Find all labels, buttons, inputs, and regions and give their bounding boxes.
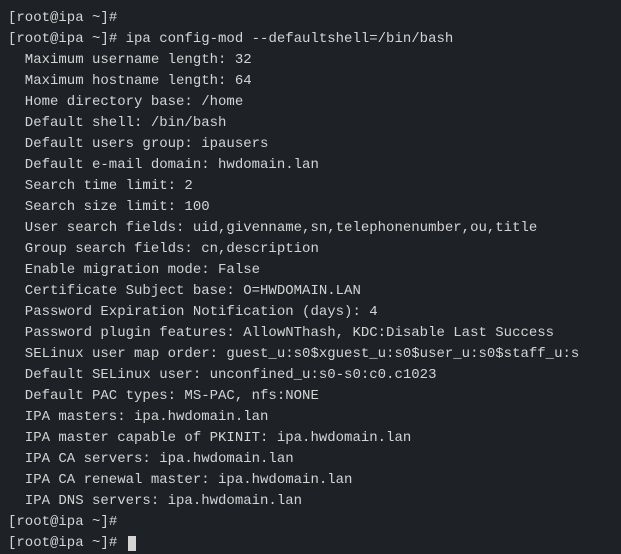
cursor-icon — [128, 536, 136, 551]
prompt-text: [root@ipa ~]# — [8, 514, 117, 530]
output-line: Home directory base: /home — [8, 92, 613, 113]
output-line: Default PAC types: MS-PAC, nfs:NONE — [8, 386, 613, 407]
output-line: Search size limit: 100 — [8, 197, 613, 218]
terminal-prompt-line: [root@ipa ~]# — [8, 512, 613, 533]
output-line: IPA DNS servers: ipa.hwdomain.lan — [8, 491, 613, 512]
output-line: Default SELinux user: unconfined_u:s0-s0… — [8, 365, 613, 386]
terminal-active-prompt[interactable]: [root@ipa ~]# — [8, 533, 613, 554]
output-line: Certificate Subject base: O=HWDOMAIN.LAN — [8, 281, 613, 302]
output-line: IPA CA servers: ipa.hwdomain.lan — [8, 449, 613, 470]
prompt-text: [root@ipa ~]# — [8, 10, 117, 26]
output-line: Enable migration mode: False — [8, 260, 613, 281]
terminal-command-line: [root@ipa ~]# ipa config-mod --defaultsh… — [8, 29, 613, 50]
output-line: IPA CA renewal master: ipa.hwdomain.lan — [8, 470, 613, 491]
prompt-text: [root@ipa ~]# — [8, 535, 126, 551]
output-line: SELinux user map order: guest_u:s0$xgues… — [8, 344, 613, 365]
output-line: Password Expiration Notification (days):… — [8, 302, 613, 323]
output-line: IPA master capable of PKINIT: ipa.hwdoma… — [8, 428, 613, 449]
output-line: Search time limit: 2 — [8, 176, 613, 197]
output-line: IPA masters: ipa.hwdomain.lan — [8, 407, 613, 428]
output-line: User search fields: uid,givenname,sn,tel… — [8, 218, 613, 239]
output-line: Password plugin features: AllowNThash, K… — [8, 323, 613, 344]
output-line: Group search fields: cn,description — [8, 239, 613, 260]
output-line: Default e-mail domain: hwdomain.lan — [8, 155, 613, 176]
command-text: [root@ipa ~]# ipa config-mod --defaultsh… — [8, 31, 453, 47]
output-line: Maximum username length: 32 — [8, 50, 613, 71]
output-line: Default users group: ipausers — [8, 134, 613, 155]
output-line: Default shell: /bin/bash — [8, 113, 613, 134]
output-line: Maximum hostname length: 64 — [8, 71, 613, 92]
terminal-prompt-line: [root@ipa ~]# — [8, 8, 613, 29]
